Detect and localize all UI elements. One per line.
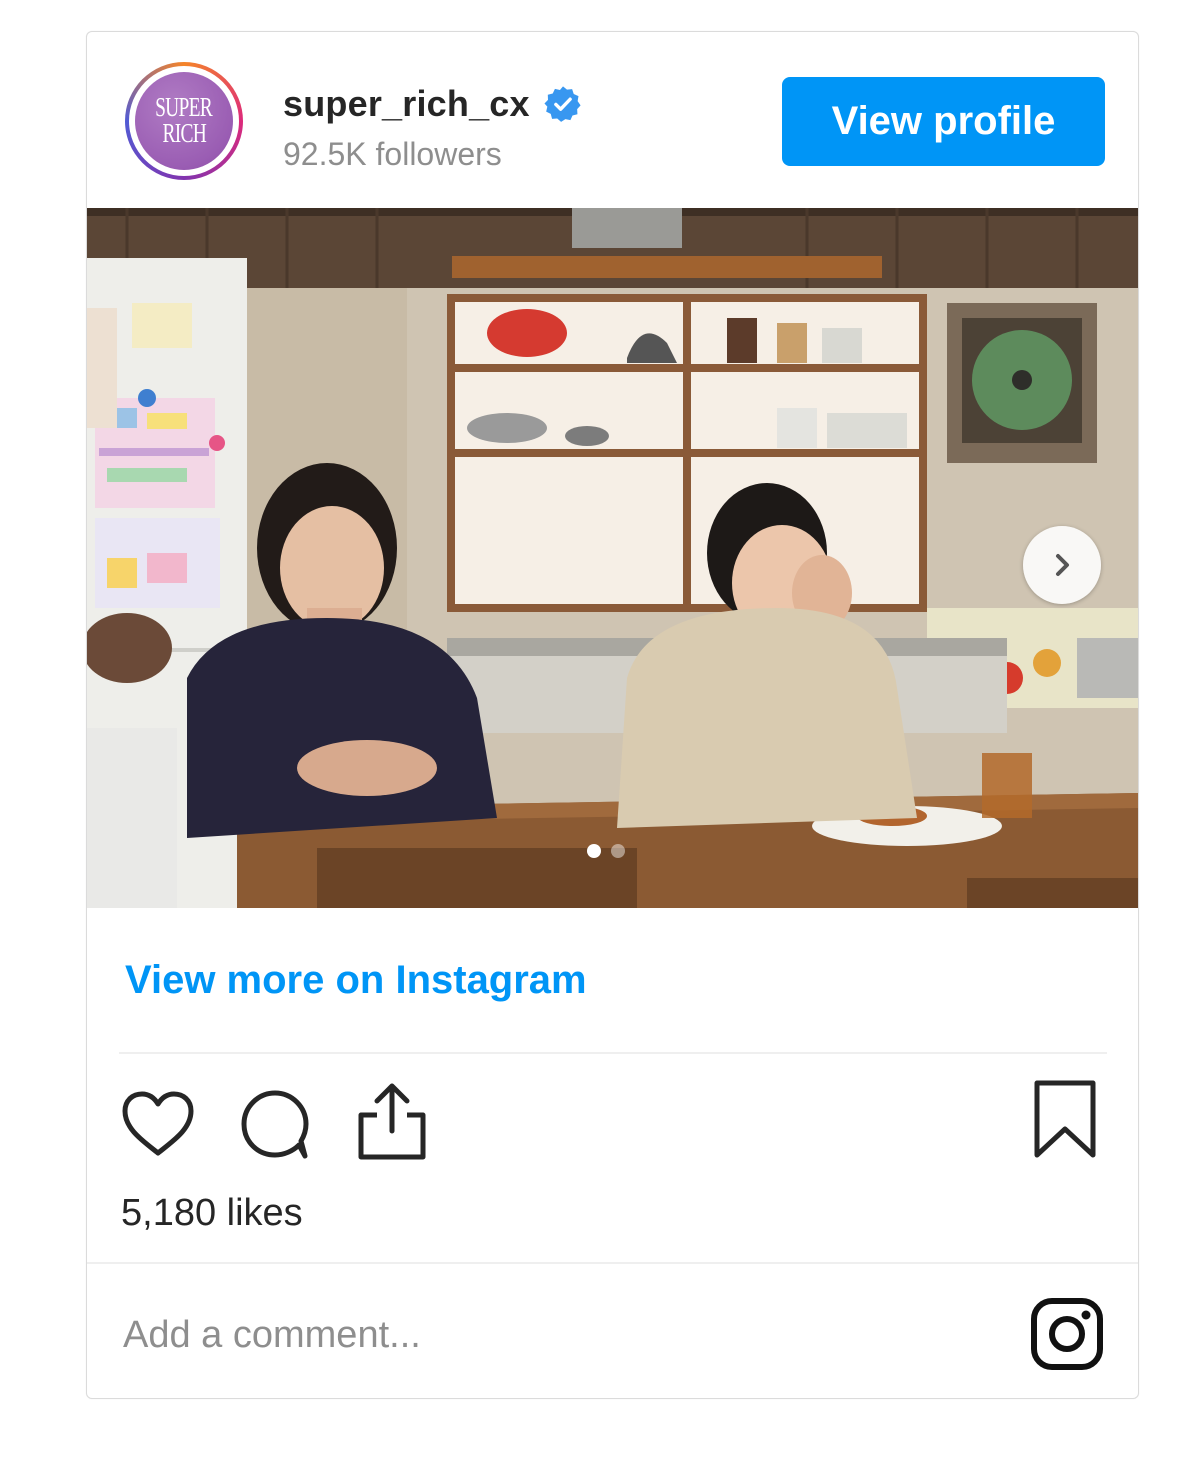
chevron-right-icon [1056,554,1069,576]
view-profile-button[interactable]: View profile [782,77,1105,166]
action-bar [87,1077,1138,1167]
carousel-indicator [587,844,625,858]
instagram-embed-card: SUPER RICH super_rich_cx 92.5K followers… [86,31,1139,1399]
post-header: SUPER RICH super_rich_cx 92.5K followers… [87,32,1138,208]
carousel-next-button[interactable] [1023,526,1101,604]
username-link[interactable]: super_rich_cx [283,83,530,125]
view-more-on-instagram-link[interactable]: View more on Instagram [125,958,587,1003]
comment-input[interactable] [121,1304,965,1366]
divider [119,1052,1107,1054]
post-image-carousel[interactable] [87,208,1138,908]
verified-badge-icon [544,86,581,122]
comment-icon[interactable] [237,1087,313,1163]
carousel-dot [587,844,601,858]
divider [87,1262,1138,1264]
followers-count: 92.5K followers [283,136,502,172]
bookmark-icon[interactable] [1031,1079,1099,1161]
post-photo [87,208,1138,908]
avatar: SUPER RICH [135,72,233,170]
likes-count[interactable]: 5,180 likes [121,1192,303,1235]
avatar-text-line2: RICH [162,118,206,148]
instagram-logo-icon[interactable] [1029,1296,1105,1372]
share-icon[interactable] [353,1079,431,1163]
avatar-story-ring[interactable]: SUPER RICH [125,62,243,180]
carousel-dot [611,844,625,858]
heart-icon[interactable] [119,1089,197,1159]
